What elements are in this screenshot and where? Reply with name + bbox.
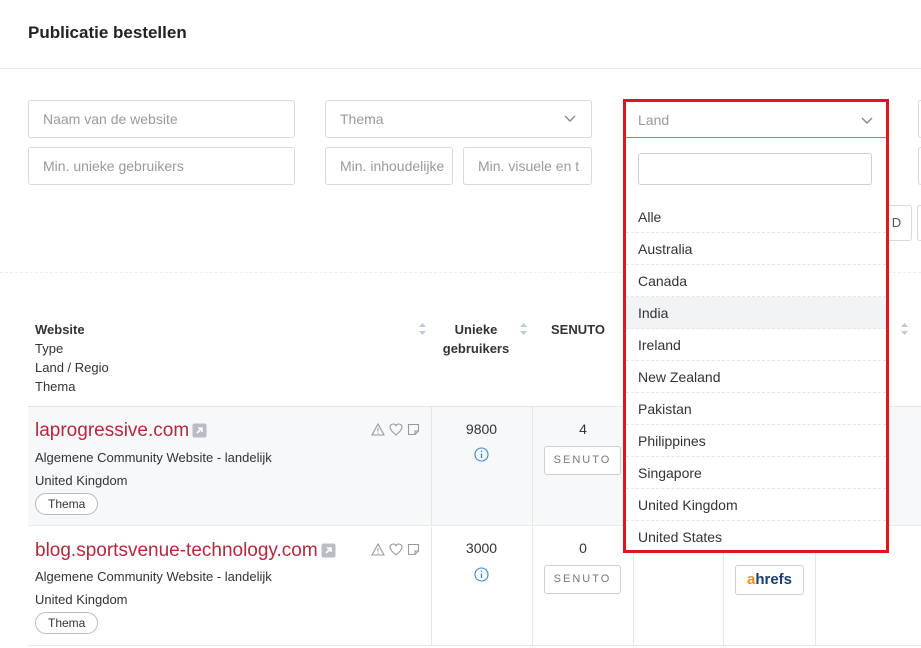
land-search-input[interactable] xyxy=(638,153,872,185)
site-link[interactable]: laprogressive.com xyxy=(35,420,207,442)
warning-icon[interactable] xyxy=(371,423,385,436)
thema-tag[interactable]: Thema xyxy=(35,612,99,634)
note-icon[interactable] xyxy=(407,543,420,556)
land-select[interactable]: Land xyxy=(626,102,886,138)
th-land-label: Land / Regio xyxy=(35,360,109,375)
land-option-singapore[interactable]: Singapore xyxy=(626,457,886,489)
land-option-ireland[interactable]: Ireland xyxy=(626,329,886,361)
ahrefs-button[interactable]: ahrefs xyxy=(735,565,804,595)
min-content-placeholder: Min. inhoudelijke xyxy=(340,158,445,174)
th-website[interactable]: Website Type Land / Regio Thema xyxy=(35,320,109,396)
chevron-down-icon xyxy=(861,117,873,124)
land-placeholder: Land xyxy=(638,112,670,128)
external-link-icon[interactable] xyxy=(192,423,207,438)
land-option-canada[interactable]: Canada xyxy=(626,265,886,297)
row-actions xyxy=(371,543,420,556)
land-option-new-zealand[interactable]: New Zealand xyxy=(626,361,886,393)
heart-icon[interactable] xyxy=(389,423,403,436)
website-name-input[interactable]: Naam van de website xyxy=(28,100,295,138)
page-title: Publicatie bestellen xyxy=(28,23,187,42)
sort-icon[interactable] xyxy=(519,322,528,336)
land-option-united-kingdom[interactable]: United Kingdom xyxy=(626,489,886,521)
heart-icon[interactable] xyxy=(389,543,403,556)
site-country: United Kingdom xyxy=(35,473,128,488)
senuto-value: 0 xyxy=(579,540,587,556)
land-dropdown[interactable]: Land Alle Australia Canada India Ireland… xyxy=(623,99,889,553)
partial-button-2[interactable] xyxy=(917,205,921,241)
land-options: Alle Australia Canada India Ireland New … xyxy=(626,201,886,553)
note-icon[interactable] xyxy=(407,423,420,436)
ahrefs-label: hrefs xyxy=(755,571,793,588)
th-type-label: Type xyxy=(35,341,64,356)
land-option-united-states[interactable]: United States xyxy=(626,521,886,553)
row-actions xyxy=(371,423,420,436)
page-header: Publicatie bestellen xyxy=(0,0,921,69)
site-name: blog.sportsvenue-technology.com xyxy=(35,540,318,561)
theme-placeholder: Thema xyxy=(340,111,384,127)
sort-icon[interactable] xyxy=(418,322,427,336)
land-option-philippines[interactable]: Philippines xyxy=(626,425,886,457)
site-name: laprogressive.com xyxy=(35,420,190,441)
th-website-label: Website xyxy=(35,322,85,337)
unique-users-value: 9800 xyxy=(465,421,498,437)
th-senuto[interactable]: SENUTO xyxy=(551,320,605,339)
unique-users-value: 3000 xyxy=(465,540,498,556)
land-option-alle[interactable]: Alle xyxy=(626,201,886,233)
senuto-value: 4 xyxy=(579,421,587,437)
external-link-icon[interactable] xyxy=(321,543,336,558)
site-type: Algemene Community Website - landelijk xyxy=(35,450,272,465)
th-users[interactable]: Unieke gebruikers xyxy=(436,320,516,358)
min-visual-input[interactable]: Min. visuele en t xyxy=(463,147,592,185)
warning-icon[interactable] xyxy=(371,543,385,556)
th-users-line1: Unieke xyxy=(454,322,498,337)
theme-select[interactable]: Thema xyxy=(325,100,592,138)
website-name-placeholder: Naam van de website xyxy=(43,111,178,127)
info-icon[interactable] xyxy=(474,567,489,582)
site-link[interactable]: blog.sportsvenue-technology.com xyxy=(35,540,336,562)
min-visual-placeholder: Min. visuele en t xyxy=(478,158,580,174)
senuto-button[interactable]: SENUTO xyxy=(544,565,621,594)
land-option-australia[interactable]: Australia xyxy=(626,233,886,265)
chevron-down-icon xyxy=(564,115,576,122)
min-content-input[interactable]: Min. inhoudelijke xyxy=(325,147,453,185)
min-users-input[interactable]: Min. unieke gebruikers xyxy=(28,147,295,185)
min-users-placeholder: Min. unieke gebruikers xyxy=(43,158,184,174)
senuto-button[interactable]: SENUTO xyxy=(544,446,621,475)
info-icon[interactable] xyxy=(474,447,489,462)
sort-icon[interactable] xyxy=(900,322,909,336)
th-users-line2: gebruikers xyxy=(442,341,510,356)
site-country: United Kingdom xyxy=(35,592,128,607)
land-option-india[interactable]: India xyxy=(626,297,886,329)
site-type: Algemene Community Website - landelijk xyxy=(35,569,272,584)
thema-tag[interactable]: Thema xyxy=(35,493,99,515)
th-thema-label: Thema xyxy=(35,379,76,394)
land-option-pakistan[interactable]: Pakistan xyxy=(626,393,886,425)
